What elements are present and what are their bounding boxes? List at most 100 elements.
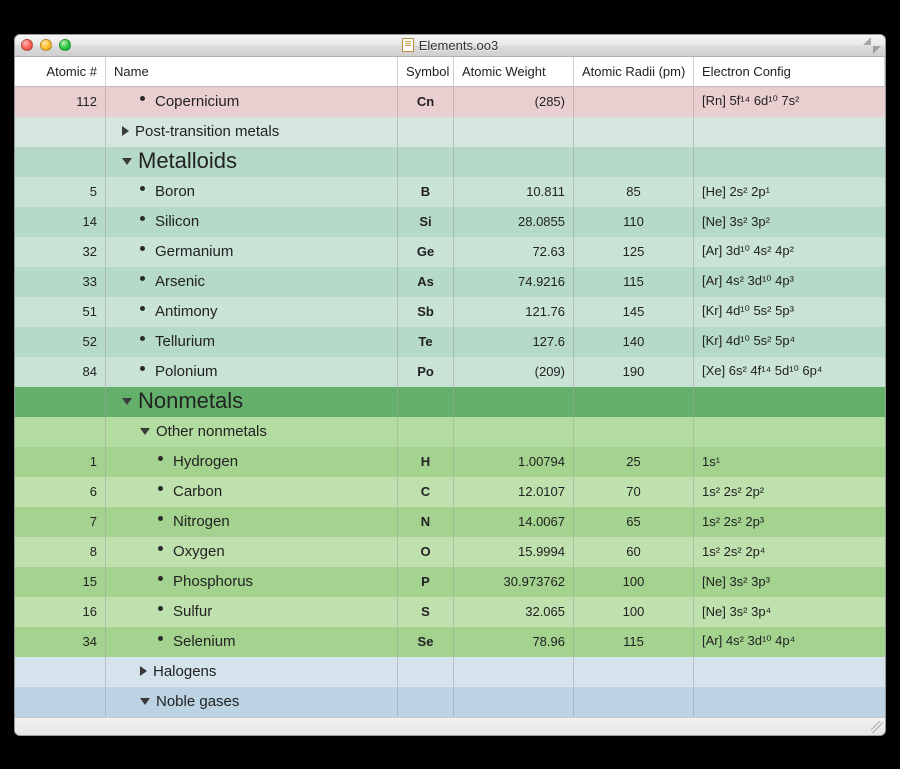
name-cell[interactable]: Tellurium bbox=[106, 327, 398, 357]
radii-cell: 140 bbox=[574, 327, 694, 357]
weight-cell bbox=[454, 657, 574, 687]
bullet-icon bbox=[158, 516, 163, 521]
atomic-number: 34 bbox=[31, 627, 106, 657]
atomic-number: 8 bbox=[31, 537, 106, 567]
col-econf[interactable]: Electron Config bbox=[694, 57, 885, 87]
weight-cell: 10.811 bbox=[454, 177, 574, 207]
radii-cell: 110 bbox=[574, 207, 694, 237]
window-title-text: Elements.oo3 bbox=[419, 38, 499, 53]
atomic-number: 5 bbox=[31, 177, 106, 207]
radii-cell: 145 bbox=[574, 297, 694, 327]
window-title: Elements.oo3 bbox=[15, 38, 885, 53]
radii-cell: 100 bbox=[574, 567, 694, 597]
footer bbox=[15, 717, 885, 735]
gutter-cell bbox=[15, 267, 32, 297]
econf-cell: [Ar] 4s² 3d¹⁰ 4p³ bbox=[694, 267, 885, 297]
econf-cell: [Ne] 3s² 3p³ bbox=[694, 567, 885, 597]
weight-cell: 30.973762 bbox=[454, 567, 574, 597]
disclosure-down-icon[interactable] bbox=[122, 398, 132, 405]
econf-cell: [Ar] 4s² 3d¹⁰ 4p⁴ bbox=[694, 627, 885, 657]
disclosure-down-icon[interactable] bbox=[122, 158, 132, 165]
weight-cell: 78.96 bbox=[454, 627, 574, 657]
econf-cell bbox=[694, 147, 885, 177]
app-window: Elements.oo3 Atomic # Name Symbol Atomic… bbox=[14, 34, 886, 736]
name-cell[interactable]: Oxygen bbox=[106, 537, 398, 567]
radii-cell: 115 bbox=[574, 627, 694, 657]
radii-cell: 125 bbox=[574, 237, 694, 267]
name-cell[interactable]: Metalloids bbox=[106, 147, 398, 177]
row-name: Carbon bbox=[173, 483, 222, 500]
col-symbol[interactable]: Symbol bbox=[398, 57, 454, 87]
name-cell[interactable]: Polonium bbox=[106, 357, 398, 387]
atomic-number bbox=[31, 147, 106, 177]
atomic-number: 52 bbox=[31, 327, 106, 357]
weight-cell: (285) bbox=[454, 87, 574, 117]
name-cell[interactable]: Boron bbox=[106, 177, 398, 207]
col-atomic[interactable]: Atomic # bbox=[31, 57, 106, 87]
disclosure-right-icon[interactable] bbox=[140, 666, 147, 676]
minimize-icon[interactable] bbox=[40, 39, 52, 51]
name-cell[interactable]: Antimony bbox=[106, 297, 398, 327]
disclosure-down-icon[interactable] bbox=[140, 428, 150, 435]
name-cell[interactable]: Selenium bbox=[106, 627, 398, 657]
name-cell[interactable]: Halogens bbox=[106, 657, 398, 687]
titlebar[interactable]: Elements.oo3 bbox=[15, 35, 885, 57]
weight-cell: 15.9994 bbox=[454, 537, 574, 567]
econf-cell: 1s² 2s² 2p³ bbox=[694, 507, 885, 537]
gutter-cell bbox=[15, 87, 32, 117]
radii-cell: 115 bbox=[574, 267, 694, 297]
name-cell[interactable]: Sulfur bbox=[106, 597, 398, 627]
col-weight[interactable]: Atomic Weight bbox=[454, 57, 574, 87]
name-cell[interactable]: Other nonmetals bbox=[106, 417, 398, 447]
symbol-cell: As bbox=[398, 267, 454, 297]
symbol-cell bbox=[398, 387, 454, 417]
weight-cell: 1.00794 bbox=[454, 447, 574, 477]
name-cell[interactable]: Nitrogen bbox=[106, 507, 398, 537]
name-cell[interactable]: Germanium bbox=[106, 237, 398, 267]
bullet-icon bbox=[140, 336, 145, 341]
col-radii[interactable]: Atomic Radii (pm) bbox=[574, 57, 694, 87]
econf-cell bbox=[694, 117, 885, 147]
close-icon[interactable] bbox=[21, 39, 33, 51]
weight-cell: (209) bbox=[454, 357, 574, 387]
econf-cell: 1s¹ bbox=[694, 447, 885, 477]
symbol-cell bbox=[398, 147, 454, 177]
symbol-cell: Sb bbox=[398, 297, 454, 327]
name-cell[interactable]: Arsenic bbox=[106, 267, 398, 297]
atomic-number: 16 bbox=[31, 597, 106, 627]
zoom-icon[interactable] bbox=[59, 39, 71, 51]
row-name: Hydrogen bbox=[173, 453, 238, 470]
col-name[interactable]: Name bbox=[106, 57, 398, 87]
gutter-cell bbox=[15, 357, 32, 387]
disclosure-right-icon[interactable] bbox=[122, 126, 129, 136]
radii-cell bbox=[574, 417, 694, 447]
name-cell[interactable]: Nonmetals bbox=[106, 387, 398, 417]
name-cell[interactable]: Post-transition metals bbox=[106, 117, 398, 147]
atomic-number: 51 bbox=[31, 297, 106, 327]
outline-scroll[interactable]: Atomic # Name Symbol Atomic Weight Atomi… bbox=[15, 57, 885, 717]
fullscreen-icon[interactable] bbox=[865, 39, 879, 52]
radii-cell bbox=[574, 657, 694, 687]
name-cell[interactable]: Carbon bbox=[106, 477, 398, 507]
name-cell[interactable]: Hydrogen bbox=[106, 447, 398, 477]
symbol-cell: Cn bbox=[398, 87, 454, 117]
weight-cell: 28.0855 bbox=[454, 207, 574, 237]
atomic-number bbox=[31, 657, 106, 687]
atomic-number bbox=[31, 117, 106, 147]
weight-cell: 127.6 bbox=[454, 327, 574, 357]
radii-cell: 100 bbox=[574, 597, 694, 627]
resize-handle[interactable] bbox=[871, 721, 883, 733]
outline-grid: Atomic # Name Symbol Atomic Weight Atomi… bbox=[15, 57, 885, 717]
gutter-cell bbox=[15, 567, 32, 597]
econf-cell: [Ne] 3s² 3p⁴ bbox=[694, 597, 885, 627]
row-name: Halogens bbox=[153, 663, 216, 680]
name-cell[interactable]: Silicon bbox=[106, 207, 398, 237]
name-cell[interactable]: Noble gases bbox=[106, 687, 398, 717]
document-icon bbox=[402, 38, 414, 52]
name-cell[interactable]: Copernicium bbox=[106, 87, 398, 117]
radii-cell: 60 bbox=[574, 537, 694, 567]
disclosure-down-icon[interactable] bbox=[140, 698, 150, 705]
radii-cell: 65 bbox=[574, 507, 694, 537]
name-cell[interactable]: Phosphorus bbox=[106, 567, 398, 597]
symbol-cell: Po bbox=[398, 357, 454, 387]
